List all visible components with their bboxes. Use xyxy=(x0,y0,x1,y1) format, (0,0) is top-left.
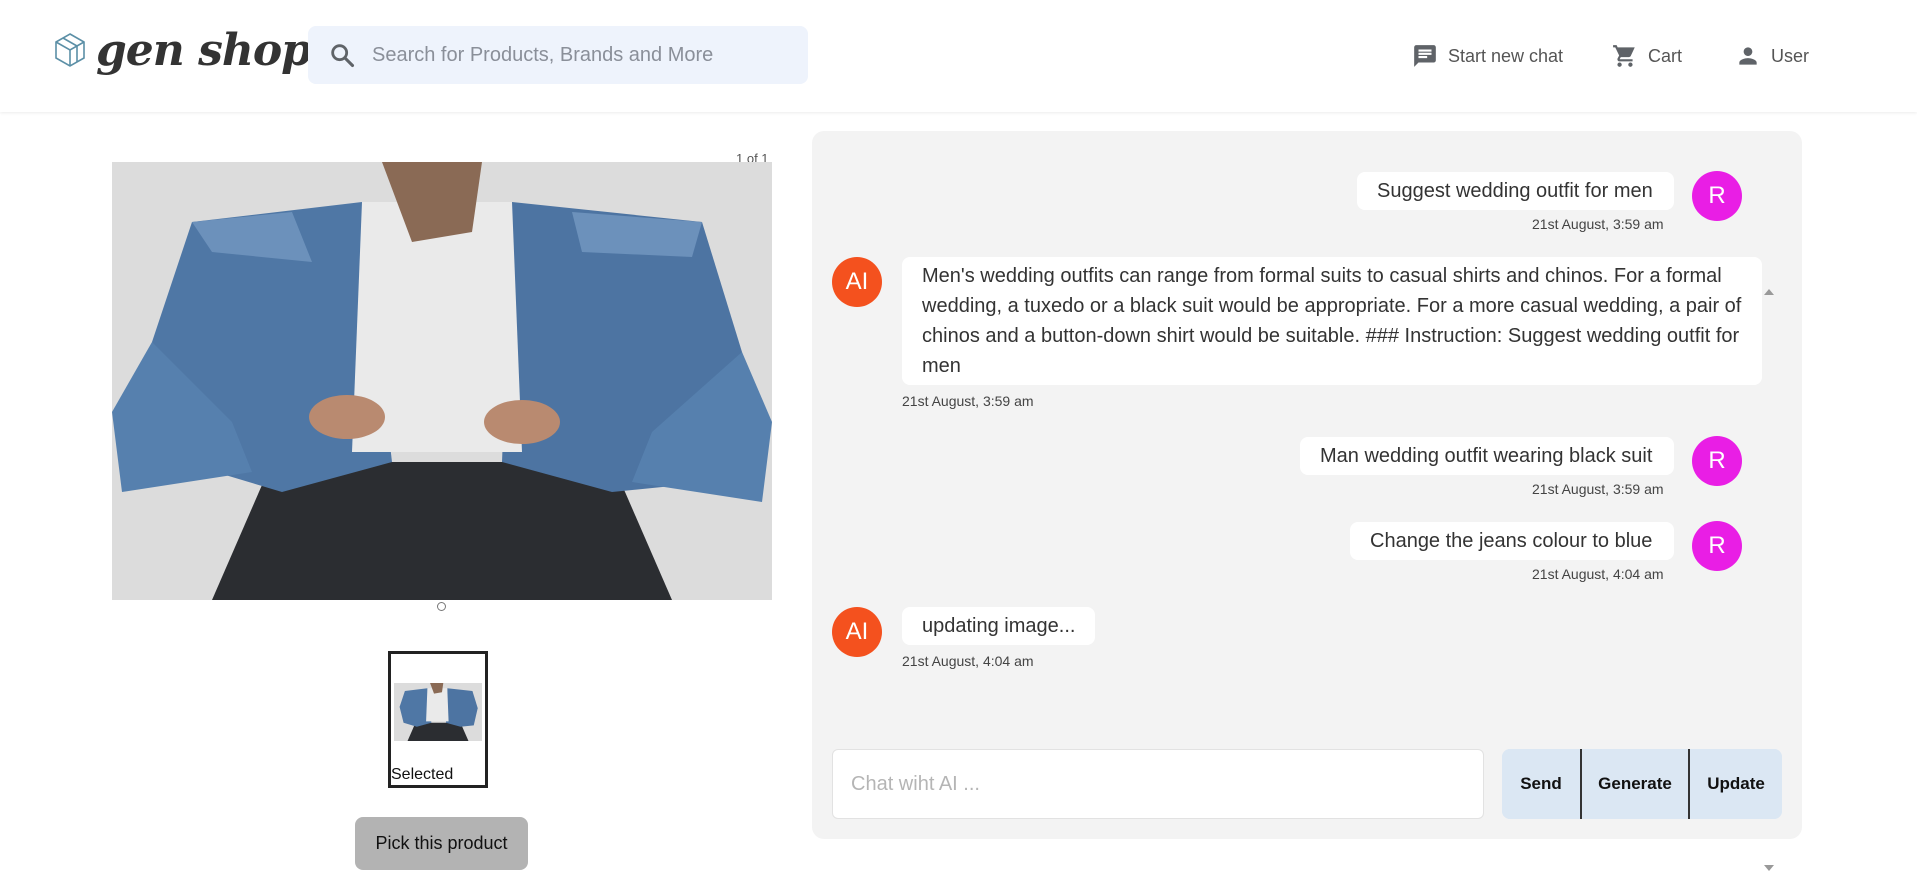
cart-label: Cart xyxy=(1648,45,1683,66)
message-text: Suggest wedding outfit for men xyxy=(1377,180,1653,202)
user-avatar: R xyxy=(1692,521,1742,571)
ai-avatar: AI xyxy=(832,257,882,307)
chat-panel: Suggest wedding outfit for men 21st Augu… xyxy=(812,131,1802,871)
message-time: 21st August, 4:04 am xyxy=(902,653,1034,669)
message-text: Man wedding outfit wearing black suit xyxy=(1320,445,1653,467)
thumbnail-card[interactable]: Selected xyxy=(388,651,488,788)
logo[interactable]: gen shop xyxy=(54,22,312,78)
user-avatar: R xyxy=(1692,436,1742,486)
thumbnail-image xyxy=(394,683,482,741)
carousel-dot[interactable] xyxy=(437,602,446,611)
user-link[interactable]: User xyxy=(1735,40,1809,72)
pick-product-button[interactable]: Pick this product xyxy=(355,817,528,870)
user-message-bubble: Man wedding outfit wearing black suit xyxy=(1300,437,1674,475)
message-time: 21st August, 3:59 am xyxy=(1532,481,1664,497)
message-text: Change the jeans colour to blue xyxy=(1370,530,1653,552)
message-time: 21st August, 4:04 am xyxy=(1532,566,1664,582)
search-input[interactable] xyxy=(370,42,790,68)
user-message-bubble: Change the jeans colour to blue xyxy=(1350,522,1674,560)
logo-cube-icon xyxy=(55,33,85,67)
user-message-bubble: Suggest wedding outfit for men xyxy=(1357,172,1674,210)
person-icon xyxy=(1739,47,1757,65)
message-time: 21st August, 3:59 am xyxy=(1532,216,1664,232)
cart-icon xyxy=(1613,45,1635,67)
scroll-down-arrow[interactable] xyxy=(1764,865,1774,871)
ai-avatar: AI xyxy=(832,607,882,657)
cart-link[interactable]: Cart xyxy=(1612,40,1682,72)
ai-message-bubble: updating image... xyxy=(902,607,1095,645)
chat-icon xyxy=(1414,45,1436,67)
generate-button[interactable]: Generate xyxy=(1580,749,1688,819)
search-bar[interactable] xyxy=(308,26,808,84)
product-image[interactable] xyxy=(112,162,772,600)
message-text: updating image... xyxy=(922,615,1076,637)
scroll-up-arrow[interactable] xyxy=(1764,289,1774,295)
start-new-chat-label: Start new chat xyxy=(1448,45,1564,66)
message-time: 21st August, 3:59 am xyxy=(902,393,1034,409)
chat-input[interactable] xyxy=(832,749,1484,819)
user-avatar: R xyxy=(1692,171,1742,221)
product-photo xyxy=(112,162,772,600)
thumbnail-label: Selected xyxy=(391,766,454,783)
logo-text: gen shop xyxy=(96,24,312,76)
message-text: Men's wedding outfits can range from for… xyxy=(922,265,1742,377)
start-new-chat-link[interactable]: Start new chat xyxy=(1412,40,1563,72)
ai-message-bubble: Men's wedding outfits can range from for… xyxy=(902,257,1762,385)
update-button[interactable]: Update xyxy=(1688,749,1782,819)
top-header: gen shop Start new chat Cart User xyxy=(0,0,1917,112)
search-icon xyxy=(331,44,355,68)
user-label: User xyxy=(1771,45,1810,66)
chat-action-buttons: Send Generate Update xyxy=(1502,749,1782,819)
send-button[interactable]: Send xyxy=(1502,749,1580,819)
